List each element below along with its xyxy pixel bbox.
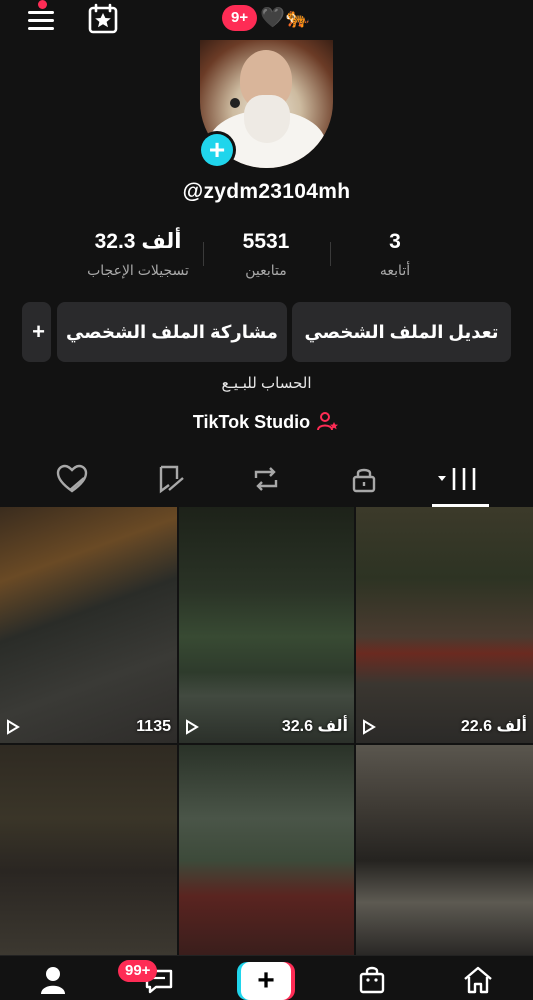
stat-followers-label: متابعين bbox=[245, 262, 287, 278]
notification-area[interactable]: 9+ 🖤🐅 bbox=[222, 5, 310, 31]
tab-saved[interactable] bbox=[149, 461, 193, 497]
notification-badge: 9+ bbox=[222, 5, 258, 31]
stat-following-value: 3 bbox=[389, 230, 401, 253]
profile-icon bbox=[41, 967, 65, 994]
video-thumbnail[interactable] bbox=[0, 745, 177, 955]
profile-stats: 32.3 ألف تسجيلات الإعجاب 5531 متابعين 3 … bbox=[0, 226, 533, 286]
menu-notification-dot bbox=[38, 0, 47, 9]
calendar-star-icon bbox=[88, 3, 118, 34]
view-count: 22.6 ألف bbox=[460, 718, 527, 735]
view-count: 1135 bbox=[136, 718, 171, 735]
nav-profile[interactable] bbox=[33, 963, 73, 997]
home-icon bbox=[464, 966, 492, 994]
stat-likes-value: 32.3 ألف bbox=[94, 230, 182, 253]
menu-button[interactable] bbox=[22, 0, 58, 35]
play-icon bbox=[186, 719, 199, 735]
lock-icon bbox=[352, 468, 376, 493]
username: @zydm23104mh bbox=[182, 180, 351, 203]
tiktok-studio-link[interactable]: TikTok Studio bbox=[0, 411, 533, 433]
menu-icon-line bbox=[28, 19, 54, 22]
add-friends-button[interactable]: + bbox=[22, 302, 51, 362]
menu-icon bbox=[28, 11, 54, 14]
stat-likes[interactable]: 32.3 ألف تسجيلات الإعجاب bbox=[68, 226, 208, 282]
tab-private[interactable] bbox=[342, 461, 386, 497]
plus-icon: + bbox=[201, 134, 233, 166]
create-button[interactable]: + bbox=[237, 962, 295, 1000]
status-emoji: 🖤🐅 bbox=[260, 7, 310, 29]
bookmark-hidden-icon bbox=[159, 465, 184, 494]
user-star-icon bbox=[317, 412, 339, 431]
video-thumbnail[interactable] bbox=[356, 745, 533, 955]
video-thumbnail[interactable]: 22.6 ألف bbox=[356, 507, 533, 743]
view-count: 32.6 ألف bbox=[281, 718, 348, 735]
avatar-beard bbox=[244, 95, 290, 143]
nav-shop[interactable] bbox=[352, 963, 392, 997]
play-icon bbox=[363, 719, 376, 735]
tab-videos[interactable] bbox=[436, 461, 480, 497]
menu-icon-line bbox=[28, 27, 54, 30]
share-profile-button[interactable]: مشاركة الملف الشخصي bbox=[57, 302, 287, 362]
edit-profile-button[interactable]: تعديل الملف الشخصي bbox=[292, 302, 511, 362]
plus-icon: + bbox=[241, 962, 291, 1000]
bio: الحساب للبـيـع bbox=[221, 375, 312, 392]
heart-hidden-icon bbox=[56, 464, 88, 493]
stat-likes-label: تسجيلات الإعجاب bbox=[87, 262, 189, 278]
play-icon bbox=[7, 719, 20, 735]
video-grid: 22.6 ألف 32.6 ألف 1135 bbox=[0, 507, 533, 955]
stat-following-label: أتابعه bbox=[379, 262, 411, 278]
add-avatar-button[interactable]: + bbox=[198, 131, 236, 169]
stat-followers-value: 5531 bbox=[242, 230, 290, 253]
video-thumbnail[interactable]: 32.6 ألف bbox=[179, 507, 354, 743]
tab-liked[interactable] bbox=[50, 461, 94, 497]
stat-followers[interactable]: 5531 متابعين bbox=[196, 226, 336, 282]
repost-icon bbox=[254, 467, 278, 491]
grid-dropdown-icon bbox=[438, 468, 476, 490]
avatar-microphone bbox=[230, 98, 240, 108]
studio-label: TikTok Studio bbox=[192, 411, 311, 432]
stat-following[interactable]: 3 أتابعه bbox=[325, 226, 465, 282]
video-thumbnail[interactable]: 1135 bbox=[0, 507, 177, 743]
tab-reposts[interactable] bbox=[244, 461, 288, 497]
video-thumbnail[interactable] bbox=[179, 745, 354, 955]
calendar-star-button[interactable] bbox=[86, 3, 120, 35]
nav-home[interactable] bbox=[458, 963, 498, 997]
inbox-badge: 99+ bbox=[118, 960, 158, 982]
top-bar: 9+ 🖤🐅 bbox=[0, 0, 533, 40]
content-tabs bbox=[0, 455, 533, 507]
shopping-bag-icon bbox=[359, 966, 385, 994]
